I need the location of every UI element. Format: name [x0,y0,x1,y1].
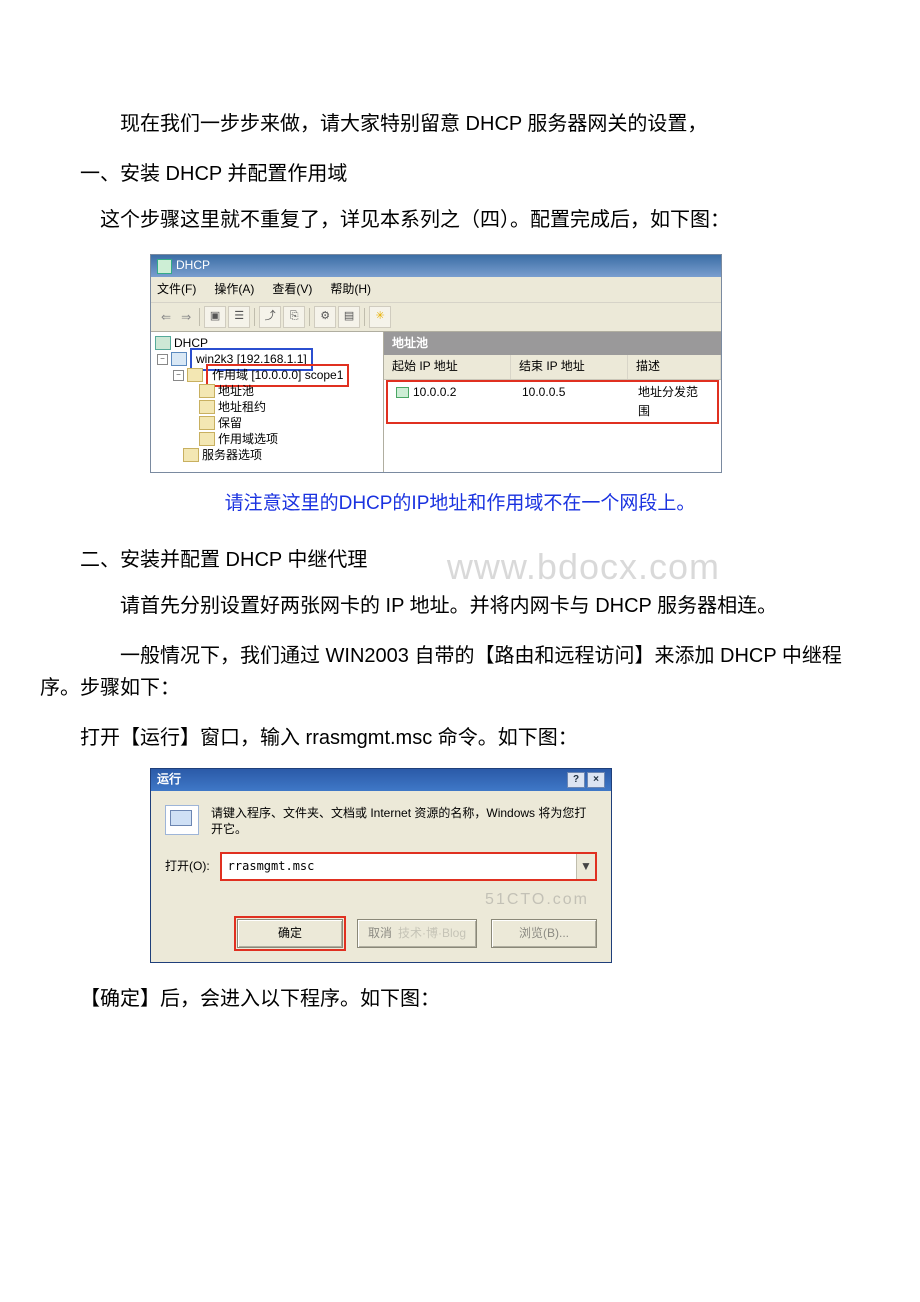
server-icon [171,352,187,366]
table-row[interactable]: 10.0.0.2 10.0.0.5 地址分发范围 [386,380,719,424]
screenshot-watermark-1: 51CTO.com [165,887,589,913]
para-4: 一般情况下，我们通过 WIN2003 自带的【路由和远程访问】来添加 DHCP … [40,640,880,704]
folder-icon [199,384,215,398]
dhcp-tree[interactable]: DHCP − win2k3 [192.168.1.1] − 作用域 [10.0.… [151,332,384,472]
toolbar-btn-3[interactable]: ⤴ [259,306,281,328]
run-title-text: 运行 [157,770,181,789]
dhcp-menubar: 文件(F) 操作(A) 查看(V) 帮助(H) [151,277,721,303]
tree-scope[interactable]: − 作用域 [10.0.0.0] scope1 [153,367,381,383]
dhcp-console-screenshot: DHCP 文件(F) 操作(A) 查看(V) 帮助(H) ⇐ ⇒ ▣ ☰ ⤴ ⎘… [150,254,722,473]
toolbar-btn-1[interactable]: ▣ [204,306,226,328]
heading-1: 一、安装 DHCP 并配置作用域 [40,158,880,190]
cancel-button[interactable]: 取消技术·博·Blog [357,919,477,948]
screenshot-watermark-2: 技术·博·Blog [398,926,466,940]
menu-action[interactable]: 操作(A) [214,280,254,299]
dhcp-title-text: DHCP [176,256,210,275]
close-icon[interactable]: × [587,772,605,788]
nav-fwd-icon[interactable]: ⇒ [177,308,195,327]
menu-help[interactable]: 帮助(H) [330,280,371,299]
list-header: 起始 IP 地址 结束 IP 地址 描述 [384,355,721,379]
run-app-icon [165,805,199,835]
tree-lease[interactable]: 地址租约 [153,399,381,415]
dhcp-title-icon [157,259,172,274]
tree-scopeopt[interactable]: 作用域选项 [153,431,381,447]
run-dialog-screenshot: 运行 ? × 请键入程序、文件夹、文档或 Internet 资源的名称，Wind… [150,768,612,964]
expand-icon[interactable]: − [157,354,168,365]
toolbar-btn-6[interactable]: ▤ [338,306,360,328]
tree-srvopt[interactable]: 服务器选项 [153,447,381,463]
para-5: 打开【运行】窗口，输入 rrasmgmt.msc 命令。如下图： [40,722,880,754]
folder-icon [199,400,215,414]
folder-icon [183,448,199,462]
open-input[interactable]: rrasmgmt.msc ▼ [220,852,597,881]
dhcp-toolbar: ⇐ ⇒ ▣ ☰ ⤴ ⎘ ⚙ ▤ ✳ [151,303,721,332]
toolbar-btn-5[interactable]: ⚙ [314,306,336,328]
nav-back-icon[interactable]: ⇐ [157,308,175,327]
col-start-ip[interactable]: 起始 IP 地址 [384,355,511,378]
para-6: 【确定】后，会进入以下程序。如下图： [40,983,880,1015]
browse-button[interactable]: 浏览(B)... [491,919,597,948]
para-2: 这个步骤这里就不重复了，详见本系列之（四）。配置完成后，如下图： [40,204,880,236]
open-input-value[interactable]: rrasmgmt.msc [222,854,576,879]
run-titlebar: 运行 ? × [151,769,611,791]
para-intro: 现在我们一步步来做，请大家特别留意 DHCP 服务器网关的设置， [40,108,880,140]
folder-icon [187,368,203,382]
dropdown-arrow-icon[interactable]: ▼ [576,854,595,879]
list-title: 地址池 [384,332,721,355]
note-caption: 请注意这里的DHCP的IP地址和作用域不在一个网段上。 [40,489,880,519]
dhcp-titlebar: DHCP [151,255,721,277]
dhcp-root-icon [155,336,171,350]
toolbar-btn-4[interactable]: ⎘ [283,306,305,328]
folder-icon [199,416,215,430]
menu-file[interactable]: 文件(F) [157,280,196,299]
dhcp-list: 地址池 起始 IP 地址 结束 IP 地址 描述 10.0.0.2 10.0.0… [384,332,721,472]
open-label: 打开(O): [165,857,210,876]
para-3: 请首先分别设置好两张网卡的 IP 地址。并将内网卡与 DHCP 服务器相连。 [40,590,880,622]
col-end-ip[interactable]: 结束 IP 地址 [511,355,628,378]
toolbar-btn-7[interactable]: ✳ [369,306,391,328]
help-button-icon[interactable]: ? [567,772,585,788]
ok-button[interactable]: 确定 [237,919,343,948]
col-desc[interactable]: 描述 [628,355,721,378]
run-message: 请键入程序、文件夹、文档或 Internet 资源的名称，Windows 将为您… [211,805,597,839]
toolbar-btn-2[interactable]: ☰ [228,306,250,328]
expand-icon[interactable]: − [173,370,184,381]
ip-range-icon [396,387,409,398]
heading-2: 二、安装并配置 DHCP 中继代理 [40,544,880,576]
menu-view[interactable]: 查看(V) [272,280,312,299]
folder-icon [199,432,215,446]
